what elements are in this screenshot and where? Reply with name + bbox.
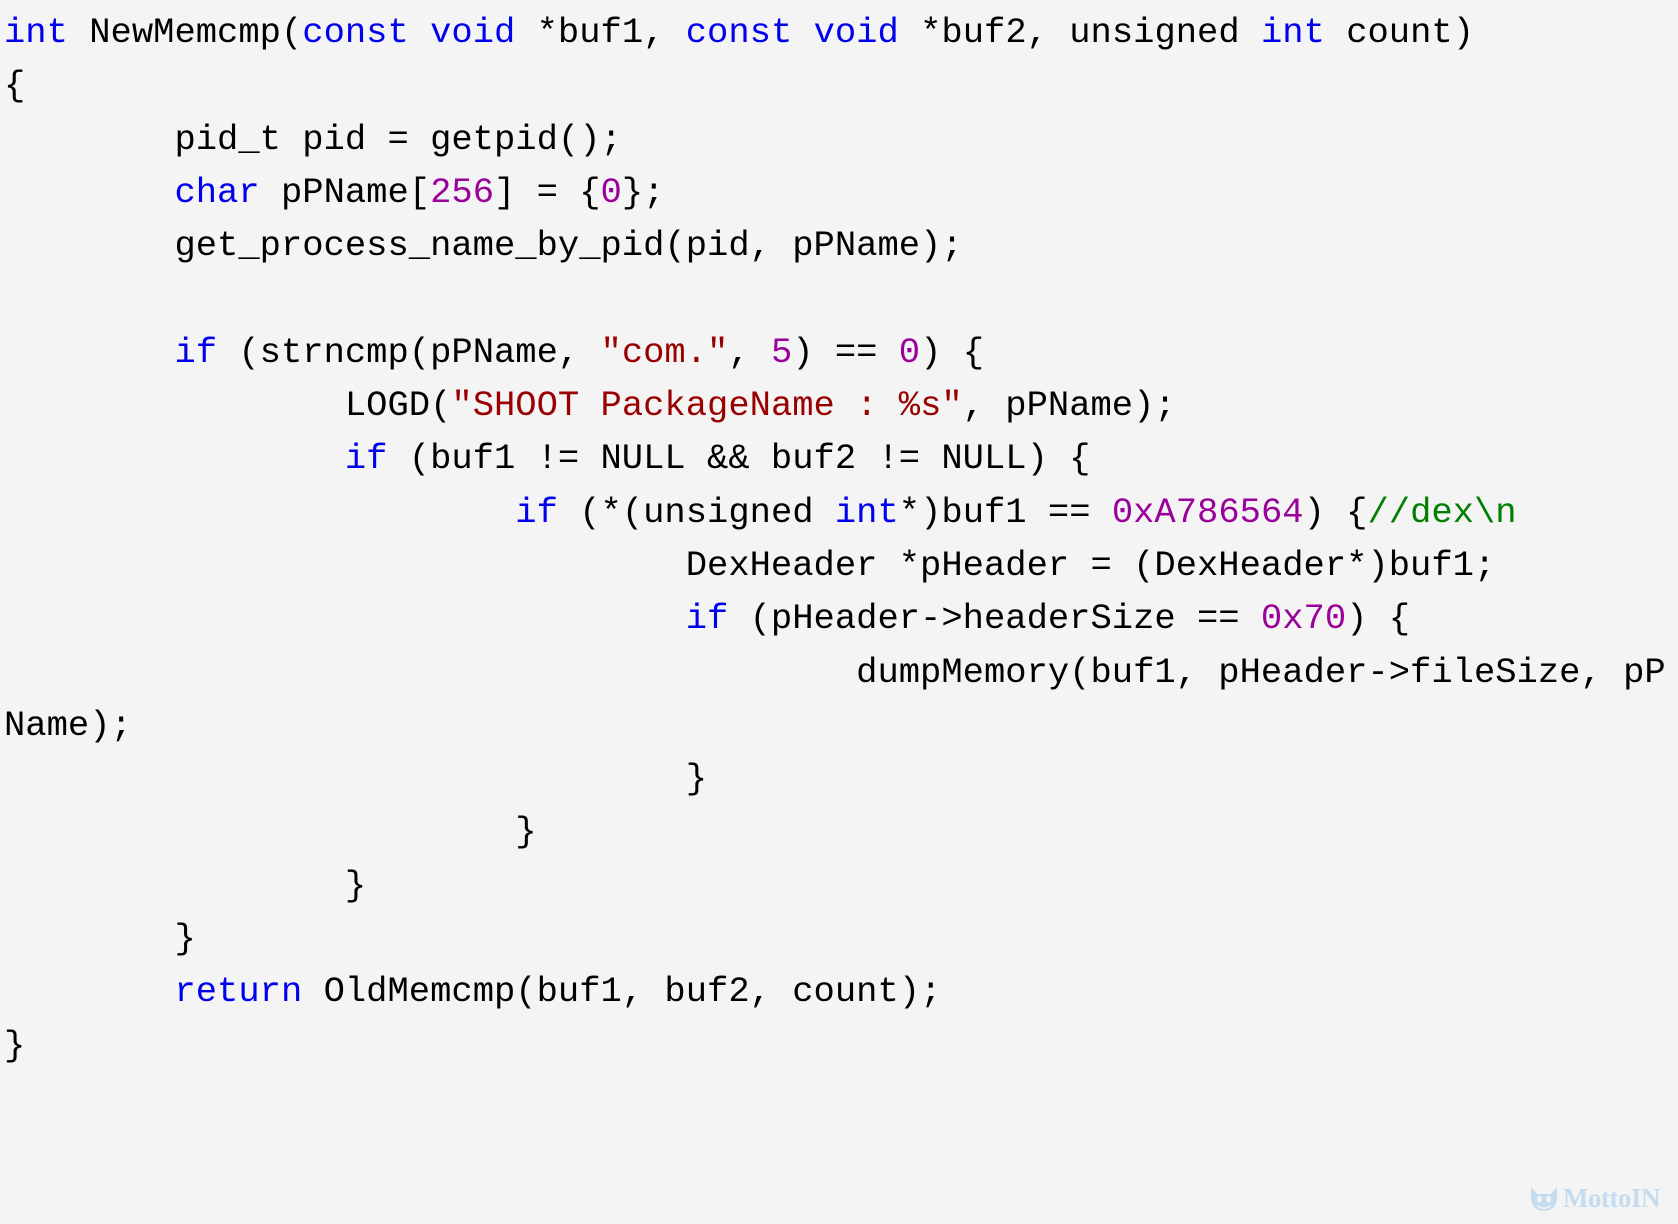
code-token-txt: ] = {: [494, 171, 601, 213]
code-token-txt: get_process_name_by_pid(pid, pPName);: [4, 225, 963, 267]
code-token-txt: }: [4, 918, 196, 960]
code-token-txt: DexHeader *pHeader = (DexHeader*)buf1;: [4, 544, 1496, 586]
code-token-num: 256: [430, 171, 495, 213]
watermark-text: MottoIN: [1563, 1183, 1660, 1213]
code-line: {: [4, 59, 1674, 112]
code-line: LOGD("SHOOT PackageName : %s", pPName);: [4, 379, 1674, 432]
code-token-txt: (pHeader->headerSize ==: [728, 598, 1261, 640]
code-token-num: 0x70: [1260, 598, 1347, 640]
code-token-txt: (*(unsigned: [557, 491, 835, 533]
code-line: }: [4, 859, 1674, 912]
code-token-str: "com.": [600, 331, 729, 373]
code-token-kw: if: [515, 491, 558, 533]
code-token-kw: if: [344, 438, 388, 480]
code-token-kw: int: [1260, 12, 1325, 53]
code-token-kw: int: [834, 491, 899, 533]
code-line: if (pHeader->headerSize == 0x70) {: [4, 592, 1674, 645]
code-line: }: [4, 912, 1674, 965]
code-line: if (strncmp(pPName, "com.", 5) == 0) {: [4, 326, 1674, 379]
code-token-txt: *buf2, unsigned: [898, 12, 1261, 53]
code-token-str: "SHOOT PackageName : %s": [451, 385, 963, 427]
code-line: }: [4, 805, 1674, 858]
code-token-txt: (buf1 != NULL && buf2 != NULL) {: [387, 438, 1091, 480]
code-line: DexHeader *pHeader = (DexHeader*)buf1;: [4, 539, 1674, 592]
code-token-txt: }: [4, 758, 708, 800]
code-token-num: 0: [600, 171, 622, 213]
code-token-txt: *buf1,: [515, 12, 686, 53]
code-token-num: 5: [770, 331, 793, 373]
code-line: pid_t pid = getpid();: [4, 113, 1674, 166]
code-line: char pPName[256] = {0};: [4, 166, 1674, 219]
code-line: if (buf1 != NULL && buf2 != NULL) {: [4, 432, 1674, 485]
code-token-kw: if: [685, 598, 729, 640]
code-token-txt: pPName[: [259, 171, 431, 213]
code-token-txt: }: [4, 1024, 26, 1066]
code-token-kw: const void: [685, 12, 899, 53]
code-line: return OldMemcmp(buf1, buf2, count);: [4, 965, 1674, 1018]
code-line: }: [4, 752, 1674, 805]
code-token-kw: return: [174, 971, 303, 1013]
code-token-num: 0: [898, 331, 921, 373]
code-token-kw: const void: [302, 12, 516, 53]
code-token-txt: ) {: [1346, 598, 1411, 640]
code-line: }: [4, 1019, 1674, 1072]
code-token-txt: {: [4, 65, 26, 107]
code-token-kw: if: [174, 331, 218, 373]
code-token-txt: dumpMemory(buf1, pHeader->fileSize, pPNa…: [4, 651, 1666, 746]
code-token-txt: (strncmp(pPName,: [217, 331, 601, 373]
source-code-block: int NewMemcmp(const void *buf1, const vo…: [4, 0, 1674, 1072]
code-token-kw: char: [174, 171, 260, 213]
code-token-txt: LOGD(: [4, 385, 452, 427]
code-token-txt: ) {: [920, 331, 985, 373]
code-token-txt: , pPName);: [962, 385, 1176, 427]
watermark: MottoIN: [1529, 1185, 1660, 1212]
code-token-txt: pid_t pid = getpid();: [4, 118, 622, 160]
code-token-txt: OldMemcmp(buf1, buf2, count);: [302, 971, 942, 1013]
code-token-cmt: //dex\n: [1367, 491, 1517, 533]
code-token-txt: *)buf1 ==: [898, 491, 1112, 533]
code-token-txt: NewMemcmp(: [67, 12, 303, 53]
code-token-txt: }: [4, 864, 367, 906]
code-token-txt: };: [621, 171, 665, 213]
code-line: if (*(unsigned int*)buf1 == 0xA786564) {…: [4, 486, 1674, 539]
code-token-txt: ) ==: [792, 331, 899, 373]
code-token-txt: ,: [728, 331, 771, 373]
code-surface: int NewMemcmp(const void *buf1, const vo…: [0, 0, 1678, 1224]
code-token-txt: count): [1324, 12, 1475, 53]
code-line: int NewMemcmp(const void *buf1, const vo…: [4, 6, 1674, 59]
cat-face-icon: [1531, 1186, 1558, 1211]
code-token-kw: int: [4, 12, 68, 53]
code-token-num: 0xA786564: [1111, 491, 1304, 533]
code-line: dumpMemory(buf1, pHeader->fileSize, pPNa…: [4, 646, 1674, 753]
code-token-txt: }: [4, 811, 537, 853]
code-token-txt: ) {: [1303, 491, 1368, 533]
code-line: get_process_name_by_pid(pid, pPName);: [4, 219, 1674, 272]
